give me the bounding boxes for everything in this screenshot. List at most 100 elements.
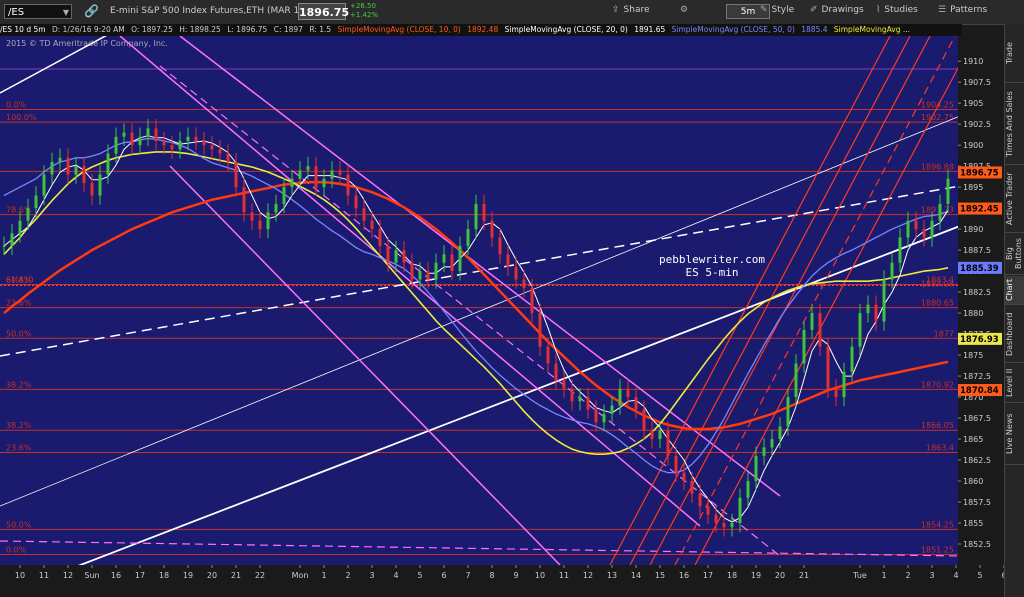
drawings-button[interactable]: ✐ Drawings xyxy=(810,5,864,15)
price-bar xyxy=(666,430,670,456)
patterns-button[interactable]: ☰ Patterns xyxy=(938,5,987,15)
price-bar xyxy=(58,157,62,162)
price-bar xyxy=(706,506,710,515)
last-price: 1896.75 xyxy=(298,3,349,20)
price-bar xyxy=(882,279,886,322)
x-tick-label: 13 xyxy=(607,571,617,580)
x-tick-label: 18 xyxy=(159,571,169,580)
y-tick-label: 1867.5 xyxy=(963,414,991,423)
price-bar xyxy=(922,229,926,238)
price-bar xyxy=(338,170,342,175)
patterns-icon: ☰ xyxy=(938,5,947,15)
x-tick-label: 16 xyxy=(679,571,689,580)
x-tick-label: 17 xyxy=(703,571,713,580)
fib-level-price: 1880.65 xyxy=(921,299,954,308)
chevron-down-icon[interactable]: ▼ xyxy=(63,5,69,20)
price-bar xyxy=(850,346,854,372)
price-tag: 1876.93 xyxy=(960,335,999,345)
sma200-study[interactable]: SimpleMovingAvg ... xyxy=(834,25,910,34)
price-tag: 1896.75 xyxy=(960,168,999,178)
fib-level-price: 1863.4 xyxy=(926,443,954,452)
x-tick-label: 11 xyxy=(559,571,569,580)
x-tick-label: 3 xyxy=(369,571,374,580)
y-tick-label: 1900 xyxy=(963,141,983,150)
price-bar xyxy=(674,455,678,473)
price-bar xyxy=(754,455,758,482)
price-bar xyxy=(778,426,782,440)
x-tick-label: 21 xyxy=(799,571,809,580)
price-bar xyxy=(178,140,182,150)
price-bar xyxy=(370,220,374,230)
price-bar xyxy=(202,140,206,146)
price-bar xyxy=(874,304,878,322)
x-tick-label: 3 xyxy=(929,571,934,580)
x-tick-label: 22 xyxy=(255,571,265,580)
price-bar xyxy=(618,388,622,406)
sidebar-tab-active-trader[interactable]: Active Trader xyxy=(1005,166,1024,233)
sidebar-tab-chart[interactable]: Chart xyxy=(1005,276,1024,305)
sma20-study[interactable]: SimpleMovingAvg (CLOSE, 20, 0) xyxy=(505,25,628,34)
x-tick-label: 10 xyxy=(15,571,25,580)
price-bar xyxy=(354,195,358,209)
sma10-study[interactable]: SimpleMovingAvg (CLOSE, 10, 0) xyxy=(338,25,461,34)
x-tick-label: 20 xyxy=(775,571,785,580)
bar-close: C: 1897 xyxy=(273,25,303,34)
price-change: +26.50 +1.42% xyxy=(350,2,379,19)
y-tick-label: 1910 xyxy=(963,57,983,66)
price-bar xyxy=(322,178,326,188)
studies-button[interactable]: ⌇ Studies xyxy=(876,5,918,15)
y-tick-label: 1887.5 xyxy=(963,246,991,255)
sidebar-tab-dashboard[interactable]: Dashboard xyxy=(1005,306,1024,363)
sidebar-tab-level-ii[interactable]: Level II xyxy=(1005,364,1024,403)
sma50-study[interactable]: SimpleMovingAvg (CLOSE, 50, 0) xyxy=(672,25,795,34)
price-bar xyxy=(426,271,430,280)
fib-level-price: 1854.25 xyxy=(921,520,954,529)
price-bar xyxy=(466,229,470,246)
price-bar xyxy=(50,161,54,175)
price-bar xyxy=(530,287,534,314)
price-bar xyxy=(522,279,526,288)
settings-button[interactable]: ⚙ xyxy=(680,5,692,15)
sidebar-tab-times-and-sales[interactable]: Times And Sales xyxy=(1005,84,1024,165)
price-bar xyxy=(74,166,78,175)
x-tick-label: Mon xyxy=(292,571,309,580)
price-bar xyxy=(314,166,318,188)
fib-level-price: 1877 xyxy=(934,329,954,338)
symbol-input[interactable]: /ES ▼ xyxy=(4,4,72,19)
pencil-icon: ✐ xyxy=(810,5,818,15)
link-icon[interactable]: 🔗 xyxy=(84,4,99,18)
plot-area xyxy=(0,36,958,565)
price-chart[interactable]: 2015 © TD Ameritrade IP Company, Inc.0.0… xyxy=(0,36,1004,597)
price-bar xyxy=(442,254,446,263)
price-bar xyxy=(138,136,142,146)
x-tick-label: 7 xyxy=(465,571,470,580)
price-bar xyxy=(42,174,46,196)
time-axis xyxy=(0,565,958,597)
share-button[interactable]: ⇪ Share xyxy=(612,5,650,15)
y-tick-label: 1865 xyxy=(963,435,983,444)
price-bar xyxy=(642,409,646,431)
sma10-marker-value: 1883.08 xyxy=(921,279,954,288)
fib-level-price: 1896.88 xyxy=(921,162,954,171)
price-bar xyxy=(906,220,910,238)
price-bar xyxy=(570,388,574,402)
sidebar-tab-live-news[interactable]: Live News xyxy=(1005,404,1024,465)
x-tick-label: 1 xyxy=(881,571,886,580)
style-button[interactable]: ✎ Style xyxy=(760,5,794,15)
price-bar xyxy=(818,313,822,347)
price-bar xyxy=(114,136,118,154)
y-tick-label: 1895 xyxy=(963,183,983,192)
y-tick-label: 1890 xyxy=(963,225,983,234)
sidebar-tab-trade[interactable]: Trade xyxy=(1005,24,1024,83)
x-tick-label: 8 xyxy=(489,571,494,580)
price-bar xyxy=(450,254,454,272)
x-tick-label: 6 xyxy=(441,571,446,580)
price-bar xyxy=(650,430,654,440)
x-tick-label: 16 xyxy=(111,571,121,580)
fib-level-price: 1866.05 xyxy=(921,421,954,430)
x-tick-label: Sun xyxy=(84,571,99,580)
price-bar xyxy=(386,245,390,263)
sidebar-tab-big-buttons[interactable]: Big Buttons xyxy=(1005,234,1024,275)
instrument-description: E-mini S&P 500 Index Futures,ETH (MAR 16… xyxy=(110,6,309,16)
price-bar xyxy=(698,493,702,507)
